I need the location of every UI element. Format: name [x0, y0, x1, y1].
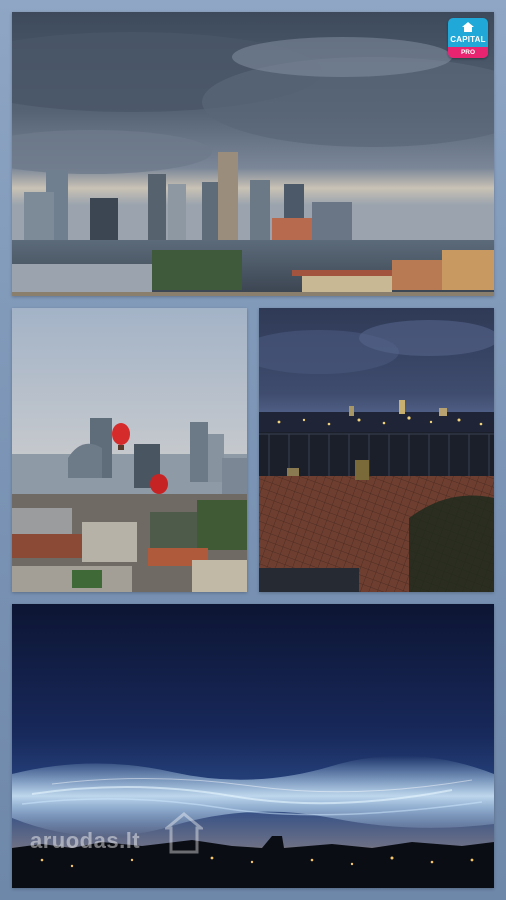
- badge-tier-text: PRO: [448, 47, 488, 58]
- photo-hot-air-balloons: [12, 308, 247, 592]
- watermark-house-icon: [165, 812, 203, 854]
- badge-brand-text: CAPITAL: [450, 35, 486, 44]
- house-icon: [462, 22, 474, 32]
- skyline-storm-image: [12, 12, 494, 296]
- hot-air-balloons-image: [12, 308, 247, 592]
- photo-skyline-storm: [12, 12, 494, 296]
- watermark-text: aruodas.lt: [30, 828, 141, 853]
- photo-night-balcony: [259, 308, 494, 592]
- night-balcony-image: [259, 308, 494, 592]
- capital-pro-badge: CAPITAL PRO: [448, 18, 488, 58]
